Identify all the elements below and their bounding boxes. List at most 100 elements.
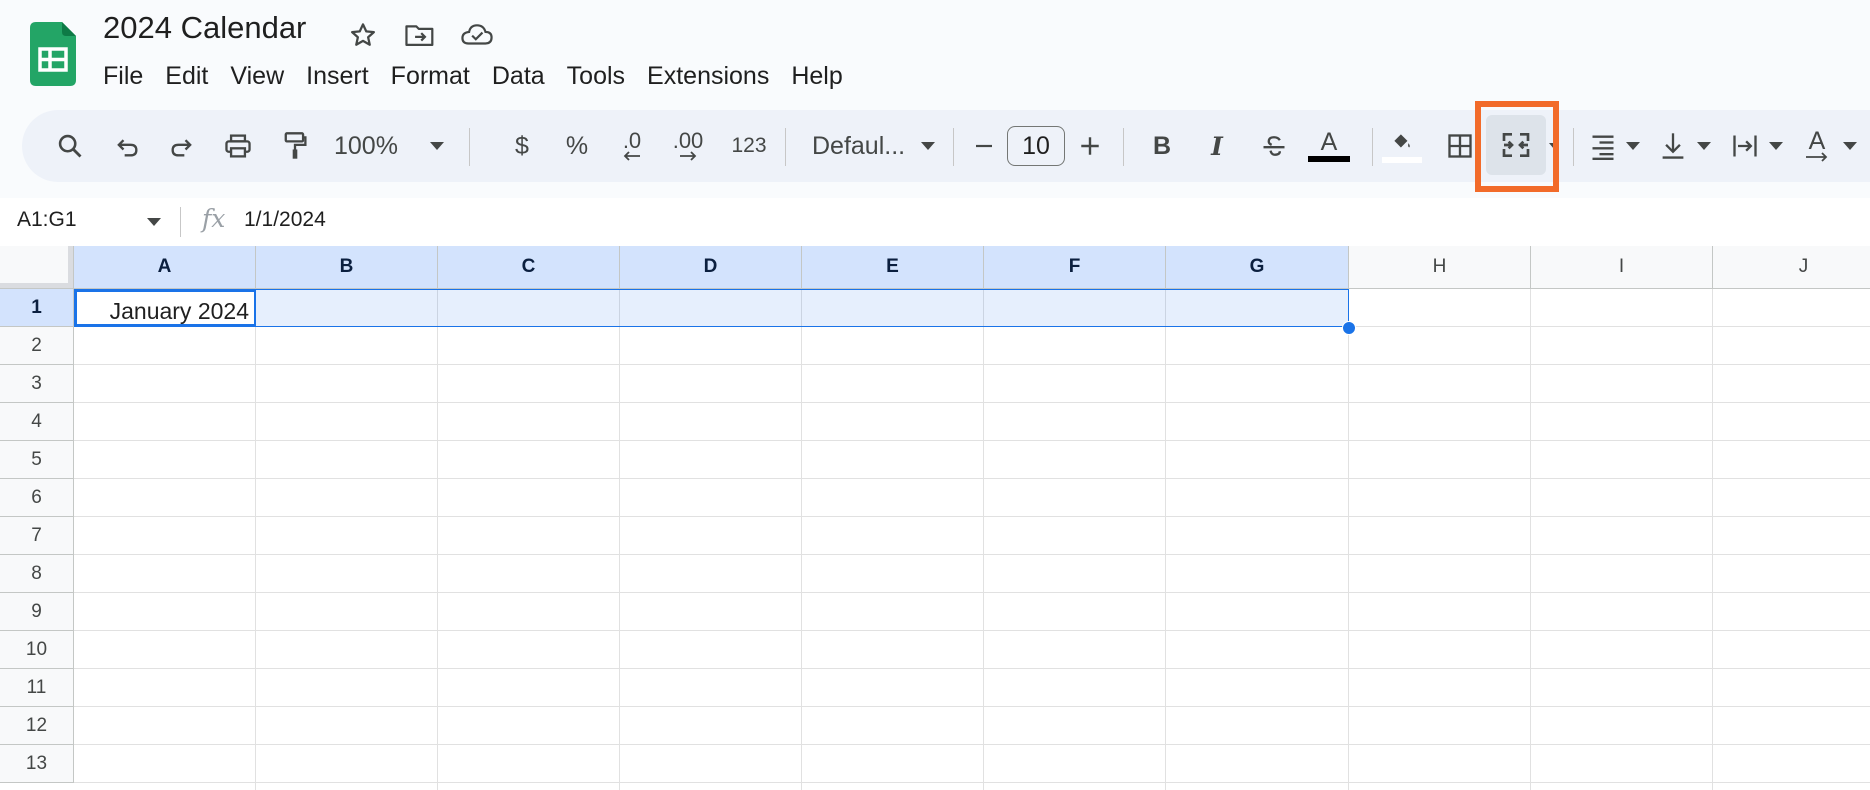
fill-handle[interactable] <box>1342 321 1356 335</box>
format-percent-button[interactable]: % <box>557 110 597 182</box>
selection-range <box>74 289 1349 327</box>
text-rotation-button[interactable]: A <box>1797 110 1837 182</box>
sheets-logo-icon[interactable] <box>30 22 76 86</box>
column-header-j[interactable]: J <box>1713 246 1870 289</box>
merge-dropdown-chevron-icon[interactable] <box>1545 110 1563 182</box>
zoom-dropdown-chevron-icon[interactable] <box>427 110 447 182</box>
cloud-saved-icon[interactable] <box>460 18 494 52</box>
increase-font-size-icon[interactable] <box>1072 110 1108 182</box>
row-header-9[interactable]: 9 <box>0 593 74 631</box>
horizontal-align-chevron-icon[interactable] <box>1623 110 1643 182</box>
row-header-6[interactable]: 6 <box>0 479 74 517</box>
font-dropdown-chevron-icon[interactable] <box>918 110 938 182</box>
font-select[interactable]: Defaul... <box>812 110 912 182</box>
bold-button[interactable]: B <box>1142 110 1182 182</box>
menu-edit[interactable]: Edit <box>154 58 219 94</box>
row-header-8[interactable]: 8 <box>0 555 74 593</box>
row-header-10[interactable]: 10 <box>0 631 74 669</box>
column-header-h[interactable]: H <box>1349 246 1531 289</box>
row-header-1[interactable]: 1 <box>0 289 74 327</box>
column-header-g[interactable]: G <box>1166 246 1349 289</box>
move-to-folder-icon[interactable] <box>403 18 437 52</box>
text-wrapping-chevron-icon[interactable] <box>1766 110 1786 182</box>
undo-icon[interactable] <box>104 110 150 182</box>
zoom-select[interactable]: 100% <box>334 110 402 182</box>
row-header-3[interactable]: 3 <box>0 365 74 403</box>
menu-data[interactable]: Data <box>481 58 556 94</box>
row-header-11[interactable]: 11 <box>0 669 74 707</box>
font-size-input[interactable]: 10 <box>1007 126 1065 166</box>
vertical-align-icon[interactable] <box>1653 110 1693 182</box>
row-header-4[interactable]: 4 <box>0 403 74 441</box>
format-currency-button[interactable]: $ <box>502 110 542 182</box>
zoom-value: 100% <box>334 131 398 160</box>
text-wrapping-icon[interactable] <box>1725 110 1765 182</box>
cell-a1-value: January 2024 <box>109 298 249 324</box>
paint-format-icon[interactable] <box>272 110 318 182</box>
column-header-i[interactable]: I <box>1531 246 1713 289</box>
toolbar-divider <box>1372 128 1373 166</box>
percent-label: % <box>565 131 589 160</box>
decrease-decimal-button[interactable]: .0 <box>607 110 657 182</box>
fill-color-button[interactable] <box>1380 110 1424 182</box>
merge-cells-icon <box>1500 129 1532 166</box>
row-header-13[interactable]: 13 <box>0 745 74 783</box>
formula-bar: A1:G1 fx 1/1/2024 <box>0 198 1870 246</box>
borders-icon[interactable] <box>1440 110 1480 182</box>
spreadsheet-grid[interactable]: A B C D E F G H I J 1 2 3 4 5 6 7 8 9 10… <box>0 246 1870 790</box>
redo-icon[interactable] <box>159 110 205 182</box>
toolbar-divider <box>1573 128 1574 166</box>
text-rotation-chevron-icon[interactable] <box>1840 110 1860 182</box>
italic-button[interactable]: I <box>1197 110 1237 182</box>
currency-label: $ <box>515 131 529 160</box>
column-header-f[interactable]: F <box>984 246 1166 289</box>
text-color-letter: A <box>1320 128 1338 156</box>
menu-tools[interactable]: Tools <box>556 58 636 94</box>
italic-label: I <box>1211 131 1223 161</box>
text-color-button[interactable]: A <box>1306 110 1352 182</box>
menu-help[interactable]: Help <box>780 58 853 94</box>
menu-file[interactable]: File <box>92 58 154 94</box>
toolbar-divider <box>953 128 954 166</box>
menu-insert[interactable]: Insert <box>295 58 380 94</box>
toolbar-divider <box>1123 128 1124 166</box>
column-header-a[interactable]: A <box>74 246 256 289</box>
increase-decimal-button[interactable]: .00 <box>663 110 713 182</box>
column-header-c[interactable]: C <box>438 246 620 289</box>
document-title[interactable]: 2024 Calendar <box>103 10 306 46</box>
row-header-5[interactable]: 5 <box>0 441 74 479</box>
column-header-d[interactable]: D <box>620 246 802 289</box>
column-header-e[interactable]: E <box>802 246 984 289</box>
menu-format[interactable]: Format <box>380 58 481 94</box>
name-box[interactable]: A1:G1 <box>17 208 77 232</box>
menu-extensions[interactable]: Extensions <box>636 58 780 94</box>
menu-view[interactable]: View <box>219 58 295 94</box>
more-formats-button[interactable]: 123 <box>725 110 773 182</box>
merge-cells-button[interactable] <box>1486 115 1546 175</box>
formula-divider <box>180 207 181 237</box>
arrow-left-icon <box>623 151 640 161</box>
star-icon[interactable] <box>346 18 380 52</box>
toolbar-divider <box>785 128 786 166</box>
strikethrough-icon[interactable] <box>1252 110 1296 182</box>
text-rotation-arrow-icon <box>1806 152 1828 162</box>
row-header-7[interactable]: 7 <box>0 517 74 555</box>
decrease-decimal-label: .0 <box>622 128 642 153</box>
active-cell-a1[interactable]: January 2024 <box>75 290 256 326</box>
search-menus-icon[interactable] <box>47 110 93 182</box>
font-name: Defaul... <box>812 131 906 160</box>
horizontal-align-icon[interactable] <box>1583 110 1623 182</box>
row-header-12[interactable]: 12 <box>0 707 74 745</box>
vertical-align-chevron-icon[interactable] <box>1694 110 1714 182</box>
paint-bucket-icon <box>1394 133 1410 147</box>
formula-input[interactable]: 1/1/2024 <box>244 208 326 232</box>
text-color-swatch <box>1308 156 1350 162</box>
fx-icon: fx <box>202 204 226 233</box>
decrease-font-size-icon[interactable] <box>969 110 999 182</box>
name-box-chevron-icon[interactable] <box>147 218 161 226</box>
text-rotation-letter: A <box>1808 127 1826 155</box>
column-header-b[interactable]: B <box>256 246 438 289</box>
print-icon[interactable] <box>215 110 261 182</box>
select-all-corner[interactable] <box>0 246 74 289</box>
row-header-2[interactable]: 2 <box>0 327 74 365</box>
